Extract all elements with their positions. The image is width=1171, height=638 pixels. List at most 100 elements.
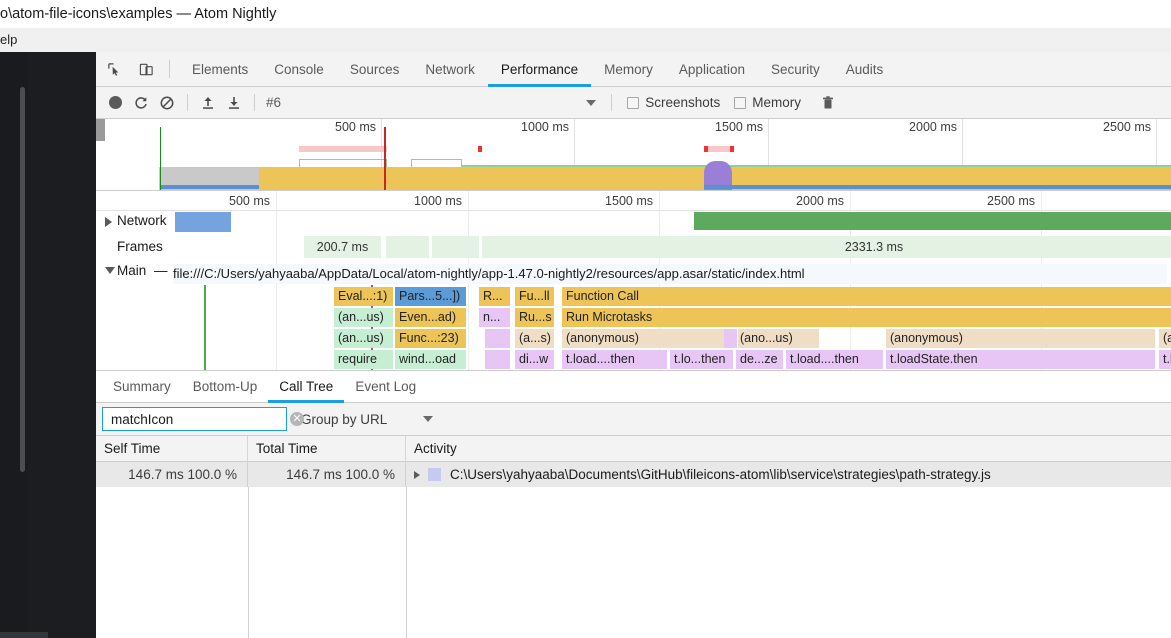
overview-gpu-band bbox=[161, 185, 259, 189]
network-request-bar-2[interactable] bbox=[694, 212, 1171, 230]
memory-checkbox[interactable]: Memory bbox=[734, 95, 801, 110]
flame-event[interactable]: (an...us) bbox=[334, 329, 394, 348]
flame-event[interactable]: (ano...us) bbox=[736, 329, 820, 348]
screen-root: o\atom-file-icons\examples — Atom Nightl… bbox=[0, 0, 1171, 638]
inspect-element-icon[interactable] bbox=[100, 55, 128, 83]
flame-event[interactable] bbox=[485, 329, 511, 348]
overview-onload-marker bbox=[384, 127, 386, 190]
main-track-url: file:///C:/Users/yahyaaba/AppData/Local/… bbox=[173, 264, 1167, 284]
reload-and-record-icon[interactable] bbox=[128, 90, 154, 116]
cell-self-time: 146.7 ms 100.0 % bbox=[96, 462, 248, 487]
column-header-self-time[interactable]: Self Time bbox=[96, 435, 248, 462]
flame-event[interactable]: de...ze bbox=[736, 350, 784, 369]
device-toolbar-icon[interactable] bbox=[132, 55, 160, 83]
flame-event[interactable]: wind...oad bbox=[395, 350, 467, 369]
flame-event[interactable]: t.loadState.then bbox=[886, 350, 1156, 369]
tab-audits[interactable]: Audits bbox=[833, 52, 897, 87]
flame-event[interactable]: Ru...s bbox=[515, 308, 555, 327]
flame-event[interactable]: t.load....then bbox=[562, 350, 668, 369]
tab-console[interactable]: Console bbox=[261, 52, 337, 87]
flame-event[interactable]: (anonymous) bbox=[562, 329, 734, 348]
frame-box[interactable] bbox=[432, 236, 480, 258]
overview-network-marker-3 bbox=[730, 146, 734, 152]
record-icon[interactable] bbox=[102, 90, 128, 116]
main-track-expander[interactable] bbox=[105, 267, 115, 274]
flame-event[interactable]: Function Call bbox=[562, 287, 1171, 306]
drawer-tab-bar: Summary Bottom-Up Call Tree Event Log bbox=[96, 371, 1171, 403]
drawer-tab-summary[interactable]: Summary bbox=[102, 371, 182, 403]
window-menu-bar[interactable]: elp bbox=[0, 28, 1171, 52]
timeline-flame-chart[interactable]: 500 ms 1000 ms 1500 ms 2000 ms 2500 ms Netwo… bbox=[96, 191, 1171, 371]
overview-gpu-band-2 bbox=[704, 185, 1171, 189]
table-row[interactable]: 146.7 ms 100.0 % 146.7 ms 100.0 % C:\Use… bbox=[96, 462, 1171, 487]
overview-window-handle[interactable] bbox=[96, 119, 105, 141]
network-track-expander[interactable] bbox=[105, 217, 112, 227]
column-header-activity[interactable]: Activity bbox=[406, 436, 1171, 462]
load-profile-icon[interactable] bbox=[195, 90, 221, 116]
flame-tick-label: 1000 ms bbox=[414, 194, 462, 208]
call-tree-body[interactable] bbox=[96, 487, 1171, 638]
frame-box[interactable]: 200.7 ms bbox=[304, 236, 382, 258]
flame-event[interactable]: R... bbox=[479, 287, 511, 306]
activity-color-swatch bbox=[428, 468, 441, 481]
frame-box[interactable] bbox=[386, 236, 430, 258]
activity-label: C:\Users\yahyaaba\Documents\GitHub\filei… bbox=[450, 467, 991, 482]
flame-event[interactable]: t.load....then bbox=[786, 350, 884, 369]
drawer-tab-event-log[interactable]: Event Log bbox=[344, 371, 427, 403]
flame-event[interactable]: require bbox=[334, 350, 394, 369]
tab-security[interactable]: Security bbox=[758, 52, 833, 87]
expand-triangle-icon[interactable] bbox=[414, 470, 420, 479]
drawer-tab-call-tree[interactable]: Call Tree bbox=[268, 371, 345, 403]
timeline-overview[interactable]: 500 ms 1000 ms 1500 ms 2000 ms 2500 ms bbox=[96, 119, 1171, 191]
filter-input-wrapper[interactable]: ✕ bbox=[102, 407, 304, 431]
flame-event[interactable]: Func...:23) bbox=[395, 329, 467, 348]
tab-performance[interactable]: Performance bbox=[487, 52, 592, 87]
group-by-label[interactable]: Group by URL bbox=[301, 412, 387, 427]
flame-tick-label: 1500 ms bbox=[605, 194, 653, 208]
tab-application[interactable]: Application bbox=[666, 52, 758, 87]
flame-event[interactable] bbox=[485, 350, 511, 369]
chevron-down-icon[interactable] bbox=[423, 416, 434, 422]
chevron-down-icon[interactable] bbox=[578, 90, 604, 116]
column-divider-1[interactable] bbox=[248, 487, 249, 638]
editor-scrollbar[interactable] bbox=[20, 87, 25, 472]
tab-memory[interactable]: Memory bbox=[591, 52, 666, 87]
column-divider-2[interactable] bbox=[406, 487, 407, 638]
drawer-tab-bottom-up[interactable]: Bottom-Up bbox=[182, 371, 269, 403]
flame-event[interactable]: (anonymous) bbox=[1159, 329, 1171, 348]
flame-event[interactable]: (a...s) bbox=[515, 329, 555, 348]
tab-elements[interactable]: Elements bbox=[179, 52, 261, 87]
performance-controls-bar: #6 Screenshots Memory bbox=[96, 87, 1171, 119]
menu-item-help[interactable]: elp bbox=[0, 32, 17, 47]
tab-sources[interactable]: Sources bbox=[337, 52, 413, 87]
flame-event[interactable]: Eval...:1) bbox=[334, 287, 394, 306]
flame-event[interactable]: di...w bbox=[515, 350, 555, 369]
save-profile-icon[interactable] bbox=[221, 90, 247, 116]
flame-event[interactable]: Even...ad) bbox=[395, 308, 467, 327]
flame-event[interactable]: t.loadState.then bbox=[1159, 350, 1171, 369]
session-selector-label[interactable]: #6 bbox=[266, 95, 281, 110]
tab-network[interactable]: Network bbox=[412, 52, 488, 87]
screenshots-checkbox[interactable]: Screenshots bbox=[627, 95, 720, 110]
editor-status-bar bbox=[0, 632, 48, 638]
network-request-bar[interactable] bbox=[175, 212, 231, 232]
network-track-label: Network bbox=[117, 213, 167, 228]
flame-event[interactable]: Pars...5...]) bbox=[395, 287, 467, 306]
filter-input[interactable] bbox=[109, 410, 290, 428]
flame-event[interactable]: Fu...ll bbox=[515, 287, 555, 306]
screenshots-checkbox-box[interactable] bbox=[627, 96, 640, 109]
flame-tick-label: 2000 ms bbox=[796, 194, 844, 208]
flame-event[interactable] bbox=[724, 329, 738, 348]
memory-checkbox-box[interactable] bbox=[734, 96, 747, 109]
flame-event[interactable]: t.lo...then bbox=[670, 350, 734, 369]
devtools-tab-bar: Elements Console Sources Network Performance… bbox=[96, 52, 1171, 87]
column-header-total-time[interactable]: Total Time bbox=[248, 435, 406, 462]
flame-event[interactable]: Run Microtasks bbox=[562, 308, 1171, 327]
clear-filter-icon[interactable]: ✕ bbox=[290, 412, 304, 426]
flame-event[interactable]: (anonymous) bbox=[886, 329, 1156, 348]
flame-event[interactable]: (an...us) bbox=[334, 308, 394, 327]
flame-event[interactable]: n... bbox=[479, 308, 511, 327]
clear-recording-icon[interactable] bbox=[154, 90, 180, 116]
frame-box[interactable]: 2331.3 ms bbox=[482, 236, 1171, 258]
collect-garbage-icon[interactable] bbox=[815, 90, 841, 116]
